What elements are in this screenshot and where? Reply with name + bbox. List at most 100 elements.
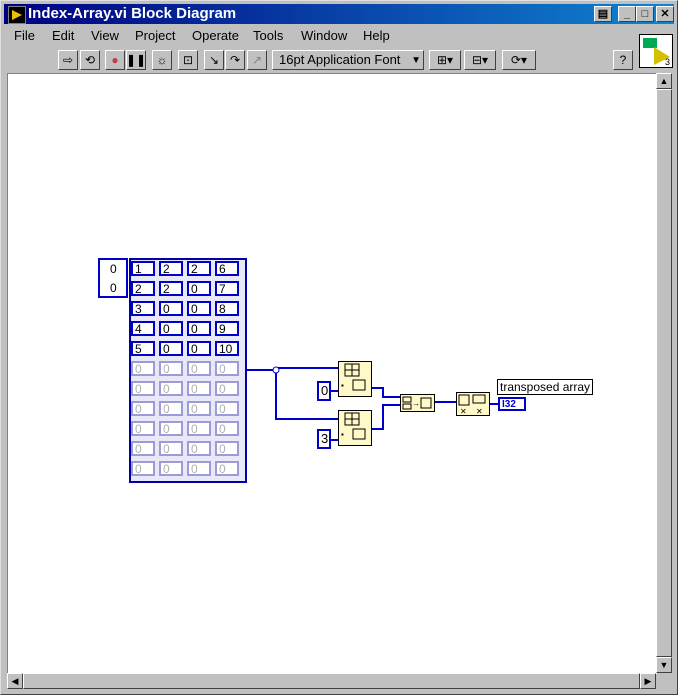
array-cell[interactable]: 0 [187,421,211,436]
array-cell[interactable]: 2 [187,261,211,276]
svg-text:▪: ▪ [341,381,344,390]
array-cell[interactable]: 0 [187,401,211,416]
indicator-label[interactable]: transposed array [497,379,594,395]
abort-icon[interactable]: ● [105,50,125,70]
build-array-node[interactable]: → [400,394,435,412]
menu-help[interactable]: Help [363,28,390,43]
array-cell[interactable]: 2 [159,281,183,296]
svg-text:▪: ▪ [341,430,344,439]
scroll-up-icon[interactable]: ▲ [656,73,672,89]
index-constant-bottom[interactable]: 3 [317,429,331,449]
close-button[interactable]: ✕ [656,6,674,22]
vertical-scrollbar[interactable]: ▲ ▼ [656,73,672,673]
array-cell[interactable]: 0 [187,281,211,296]
array-cell[interactable]: 0 [131,461,155,476]
array-cell[interactable]: 3 [131,301,155,316]
array-cell[interactable]: 0 [187,361,211,376]
menu-project[interactable]: Project [135,28,175,43]
vi-icon-count: 3 [664,57,670,67]
index-array-node-bottom[interactable]: ▪ [338,410,372,446]
array-cell[interactable]: 0 [131,401,155,416]
array-cell[interactable]: 0 [159,341,183,356]
array-cell[interactable]: 8 [215,301,239,316]
menu-operate[interactable]: Operate [192,28,239,43]
array-cell[interactable]: 0 [159,421,183,436]
array-cell[interactable]: 0 [215,441,239,456]
block-diagram-canvas[interactable]: 0 0 1 2 2 6 2 2 0 7 3 0 0 8 4 0 0 9 5 0 0 10 0 0 0 0 0 0 0 0 0 0 0 0 0 0 0… [7,73,657,674]
array-cell[interactable]: 9 [215,321,239,336]
array-cell[interactable]: 5 [131,341,155,356]
maximize-button[interactable]: □ [636,6,654,22]
array-cell[interactable]: 7 [215,281,239,296]
print-icon[interactable]: ▤ [594,6,612,22]
menu-tools[interactable]: Tools [253,28,283,43]
pause-icon[interactable]: ❚❚ [126,50,146,70]
reorder-icon[interactable]: ⟳▾ [502,50,536,70]
array-cell[interactable]: 0 [187,341,211,356]
scroll-right-icon[interactable]: ▶ [640,673,656,689]
step-over-icon[interactable]: ↷ [225,50,245,70]
array-cell[interactable]: 0 [159,321,183,336]
array-cell[interactable]: 0 [215,381,239,396]
array-cell[interactable]: 0 [215,421,239,436]
array-cell[interactable]: 10 [215,341,239,356]
array-cell[interactable]: 0 [187,441,211,456]
svg-text:→: → [412,399,420,408]
horizontal-scrollbar[interactable]: ◀ ▶ [7,673,656,689]
retain-wire-values-icon[interactable]: ⊡ [178,50,198,70]
horizontal-scroll-thumb[interactable] [23,673,640,689]
step-into-icon[interactable]: ↘ [204,50,224,70]
array-cell[interactable]: 4 [131,321,155,336]
array-cell[interactable]: 0 [159,361,183,376]
distribute-objects-icon[interactable]: ⊟▾ [464,50,496,70]
vertical-scroll-thumb[interactable] [656,89,672,657]
array-cell[interactable]: 0 [159,401,183,416]
array-cell[interactable]: 0 [159,381,183,396]
array-cell[interactable]: 0 [215,401,239,416]
i32-indicator-terminal[interactable]: I32 [498,397,526,411]
array-cell[interactable]: 0 [131,361,155,376]
labview-app-icon [8,6,26,24]
array-cell[interactable]: 0 [159,461,183,476]
window-title: Index-Array.vi Block Diagram [28,5,237,22]
array-cell[interactable]: 2 [159,261,183,276]
title-bar: Index-Array.vi Block Diagram ▤ _ □ ✕ [4,4,674,24]
index-array-node-top[interactable]: ▪ [338,361,372,397]
array-cell[interactable]: 0 [159,301,183,316]
array-cell[interactable]: 0 [187,381,211,396]
run-continuously-icon[interactable]: ⟲ [80,50,100,70]
array-cell[interactable]: 0 [215,361,239,376]
array-cell[interactable]: 0 [159,441,183,456]
array-cell[interactable]: 6 [215,261,239,276]
menu-view[interactable]: View [91,28,119,43]
menu-bar: File Edit View Project Operate Tools Win… [4,27,632,47]
array-cell[interactable]: 0 [131,421,155,436]
svg-text:✕: ✕ [476,407,483,415]
array-index-display[interactable]: 0 0 [98,258,128,298]
font-select[interactable]: 16pt Application Font ▼ [272,50,424,70]
index-constant-top[interactable]: 0 [317,381,331,401]
array-cell[interactable]: 0 [187,461,211,476]
context-help-button[interactable]: ? [613,50,633,70]
transpose-array-node[interactable]: ✕ ✕ [456,392,490,416]
array-cell[interactable]: 0 [131,441,155,456]
array-cell[interactable]: 0 [187,301,211,316]
svg-text:✕: ✕ [460,407,467,415]
highlight-execution-icon[interactable]: ☼ [152,50,172,70]
scroll-left-icon[interactable]: ◀ [7,673,23,689]
menu-edit[interactable]: Edit [52,28,74,43]
scroll-down-icon[interactable]: ▼ [656,657,672,673]
vi-connector-icon[interactable]: 3 [639,34,673,68]
toolbar: ⇨ ⟲ ● ❚❚ ☼ ⊡ ↘ ↷ ↗ 16pt Application Font… [4,48,633,72]
minimize-button[interactable]: _ [618,6,636,22]
step-out-icon[interactable]: ↗ [247,50,267,70]
align-objects-icon[interactable]: ⊞▾ [429,50,461,70]
array-cell[interactable]: 0 [215,461,239,476]
array-cell[interactable]: 0 [187,321,211,336]
array-cell[interactable]: 1 [131,261,155,276]
menu-window[interactable]: Window [301,28,347,43]
array-cell[interactable]: 0 [131,381,155,396]
menu-file[interactable]: File [14,28,35,43]
array-cell[interactable]: 2 [131,281,155,296]
run-arrow-icon[interactable]: ⇨ [58,50,78,70]
